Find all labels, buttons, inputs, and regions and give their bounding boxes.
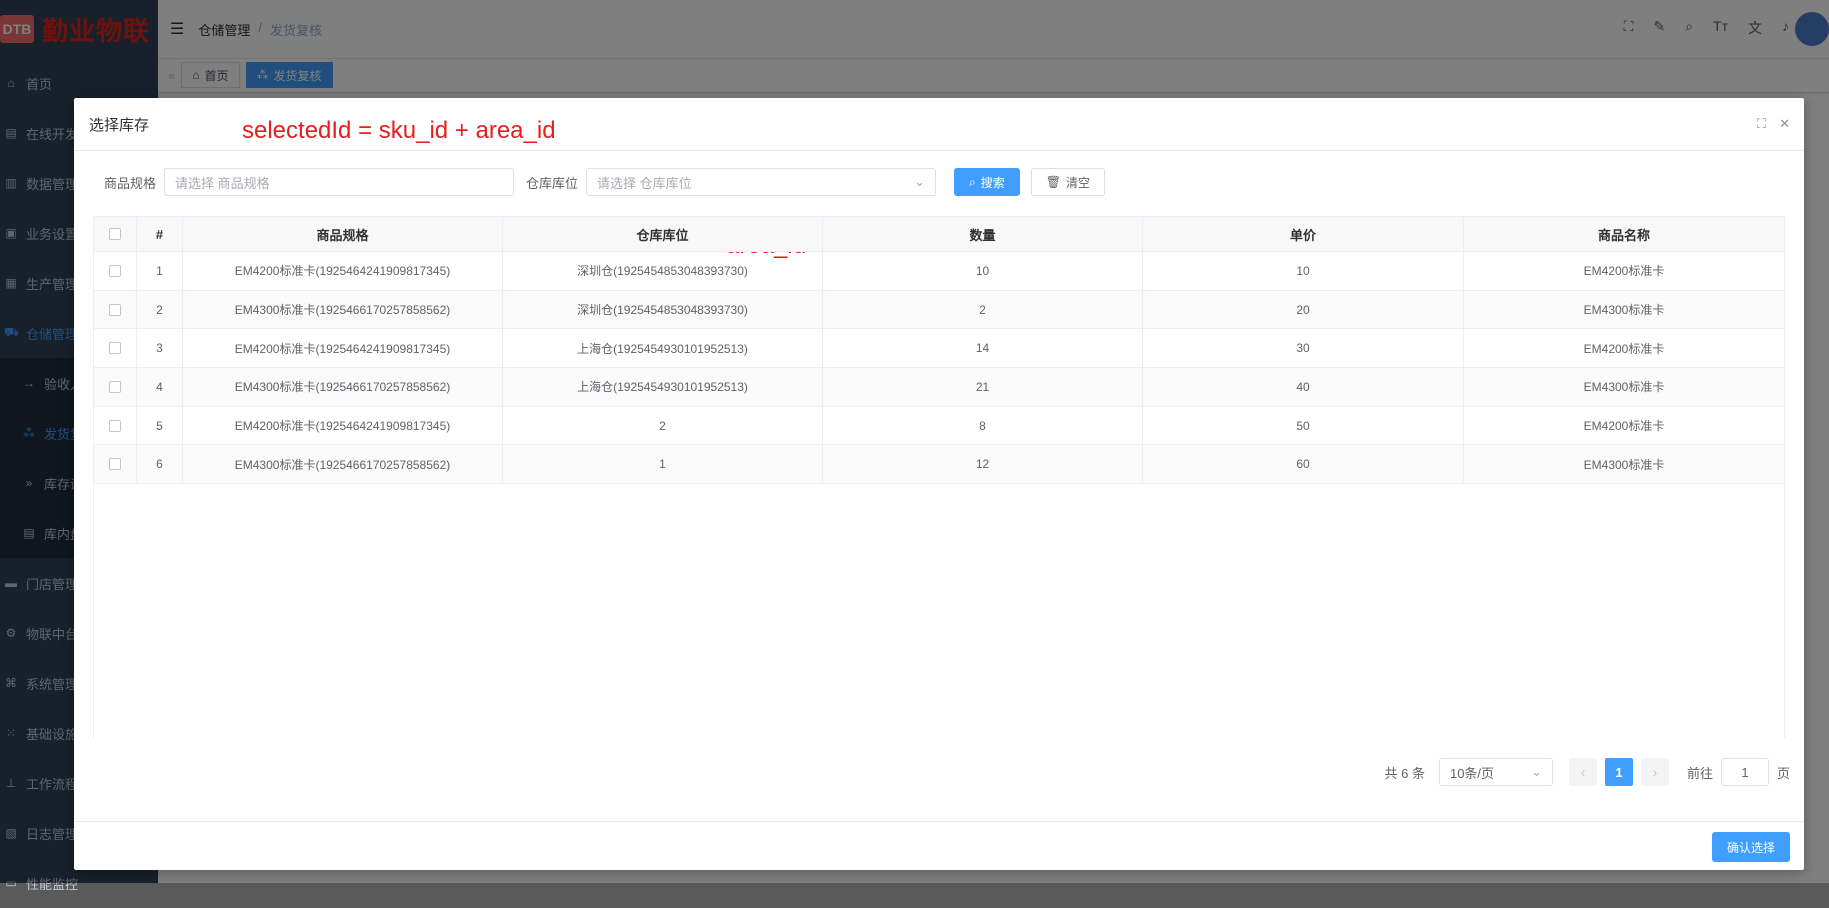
search-icon: ⌕ [969,174,976,189]
cell-name: EM4300标准卡 [1583,457,1665,472]
cell-index: 1 [137,252,183,290]
cell-index: 4 [137,368,183,406]
row-checkbox[interactable] [109,458,121,471]
select-cell [94,252,137,290]
table-row[interactable]: 5 EM4200标准卡(1925464241909817345) 2 8 50 EM420… [94,406,1784,446]
sku-filter-label: 商品规格 [104,175,157,191]
sku-filter-input[interactable]: 请选择 商品规格 [164,168,515,196]
cell-index: 3 [137,329,183,368]
cell-sku: EM4300标准卡(1925466170257858562) [183,290,503,329]
dialog-title: 选择库存 [89,116,150,134]
select-all-checkbox[interactable] [109,228,121,240]
pagination-total: 共 6 条 [1384,765,1425,781]
search-button[interactable]: ⌕ 搜索 [954,168,1020,196]
area-filter-select[interactable]: 请选择 仓库库位 ⌄ [586,168,937,196]
area-filter-label: 仓库库位 [526,175,579,191]
table-row[interactable]: 2 EM4300标准卡(1925466170257858562) 深圳仓(19254… [94,290,1784,330]
goto-page-input[interactable]: 1 [1720,758,1769,786]
cell-sku: EM4200标准卡(1925464241909817345) [183,329,503,368]
cell-price: 10 [1143,252,1464,290]
cell-qty: 10 [823,252,1143,290]
goto-suffix: 页 [1776,765,1790,781]
page-size-select[interactable]: 10条/页 ⌄ [1438,758,1553,786]
row-checkbox[interactable] [109,303,121,316]
search-button-label: 搜索 [980,175,1005,190]
cell-area: 深圳仓(1925454853048393730) [503,290,823,329]
pagination: 共 6 条 10条/页 ⌄ ‹ 1 › 前往 1 页 [1384,757,1790,787]
cell-name: EM4300标准卡 [1583,303,1665,318]
row-checkbox[interactable] [109,419,121,432]
cell-sku: EM4200标准卡(1925464241909817345) [183,252,503,290]
cell-qty: 21 [823,368,1143,406]
select-cell [94,445,137,484]
clear-button-label: 清空 [1066,175,1091,190]
cell-name: EM4200标准卡 [1583,419,1665,434]
cell-sku: EM4300标准卡(1925466170257858562) [183,368,503,406]
area-filter-placeholder: 请选择 仓库库位 [597,175,692,191]
select-cell [94,290,137,329]
row-checkbox[interactable] [109,264,121,277]
header-select-cell [94,217,137,251]
inventory-table: # 商品规格 仓库库位 数量 单价 商品名称 1 EM4200标准卡(192546… [93,216,1785,738]
dialog-footer: 确认选择 [74,821,1804,870]
cell-qty: 8 [823,406,1143,445]
maximize-icon[interactable]: ⛶ [1757,116,1766,132]
cell-price: 30 [1143,329,1464,368]
cell-price: 50 [1143,406,1464,445]
next-page-button[interactable]: › [1640,758,1669,786]
cell-sku: EM4300标准卡(1925466170257858562) [183,445,503,484]
cell-name: EM4200标准卡 [1583,341,1665,356]
close-icon[interactable]: ✕ [1779,116,1790,132]
table-header-row: # 商品规格 仓库库位 数量 单价 商品名称 [94,217,1784,252]
trash-icon: 🗑 [1045,175,1062,189]
select-cell [94,329,137,368]
cell-index: 5 [137,406,183,445]
header-cell-sku: 商品规格 [183,217,503,251]
clear-button[interactable]: 🗑 清空 [1030,168,1106,196]
header-cell-price: 单价 [1143,217,1464,251]
cell-price: 40 [1143,368,1464,406]
page-size-value: 10条/页 [1449,765,1495,781]
cell-qty: 12 [823,445,1143,484]
cell-sku: EM4200标准卡(1925464241909817345) [183,406,503,445]
page-number-current[interactable]: 1 [1604,758,1633,786]
confirm-selection-button[interactable]: 确认选择 [1711,832,1790,862]
row-checkbox[interactable] [109,342,121,355]
cell-index: 6 [137,445,183,484]
cell-qty: 14 [823,329,1143,368]
header-cell-qty: 数量 [823,217,1143,251]
chevron-down-icon: ⌄ [914,174,926,189]
cell-price: 20 [1143,290,1464,329]
select-inventory-dialog: 选择库存 ⛶ ✕ selectedId = sku_id + area_id s… [74,98,1804,870]
goto-label: 前往 [1686,765,1713,781]
cell-area: 深圳仓(1925454853048393730) [503,252,823,290]
cell-area: 2 [503,406,823,445]
table-row[interactable]: 6 EM4300标准卡(1925466170257858562) 1 12 60 EM43… [94,445,1784,485]
select-cell [94,368,137,406]
cell-qty: 2 [823,290,1143,329]
search-form: 商品规格 请选择 商品规格 仓库库位 请选择 仓库库位 ⌄ ⌕ 搜索 🗑 清空 [104,167,1106,197]
prev-page-button[interactable]: ‹ [1568,758,1597,786]
cell-price: 60 [1143,445,1464,484]
header-cell-area: 仓库库位 [503,217,823,251]
header-cell-name: 商品名称 [1597,227,1650,243]
table-row[interactable]: 4 EM4300标准卡(1925466170257858562) 上海仓(19254… [94,368,1784,407]
chevron-down-icon: ⌄ [1531,764,1542,779]
cell-name: EM4200标准卡 [1583,264,1665,279]
table-row[interactable]: 3 EM4200标准卡(1925464241909817345) 上海仓(19254… [94,329,1784,369]
table-row[interactable]: 1 EM4200标准卡(1925464241909817345) 深圳仓(19254… [94,252,1784,291]
cell-area: 上海仓(1925454930101952513) [503,329,823,368]
cell-name: EM4300标准卡 [1583,380,1665,395]
cell-area: 上海仓(1925454930101952513) [503,368,823,406]
select-cell [94,406,137,445]
row-checkbox[interactable] [109,380,121,393]
cell-area: 1 [503,445,823,484]
annotation-selected-id: selectedId = sku_id + area_id [242,117,556,144]
header-cell-index: # [137,217,183,251]
cell-index: 2 [137,290,183,329]
